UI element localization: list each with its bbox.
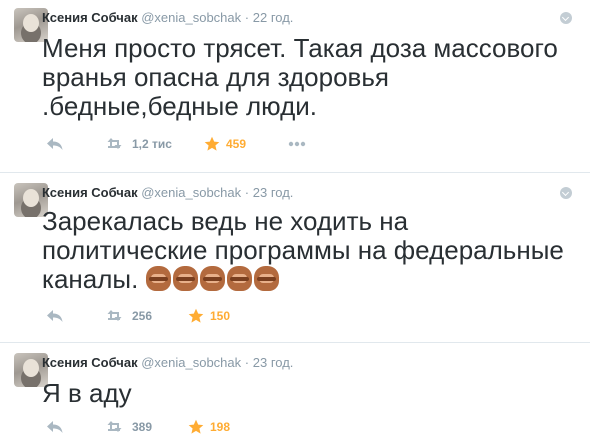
reply-icon [47, 421, 63, 433]
separator: · [244, 10, 250, 25]
chevron-down-icon[interactable] [560, 187, 572, 199]
tweet-header: Ксения Собчак @xenia_sobchak · 22 год. [42, 10, 293, 25]
reply-button[interactable] [46, 307, 64, 325]
tweet-text: Я в аду [42, 379, 570, 408]
tweet-text-content: Меня просто трясет. Такая доза массового… [42, 33, 558, 121]
author-handle[interactable]: @xenia_sobchak [141, 185, 241, 200]
star-icon [188, 419, 204, 434]
tweet-text-content: Зарекалась ведь не ходить на политически… [42, 206, 564, 294]
see-no-evil-monkey-icon [172, 266, 198, 291]
author-name[interactable]: Ксения Собчак [42, 185, 138, 200]
see-no-evil-monkey-icon [145, 266, 171, 291]
tweet[interactable]: Ксения Собчак @xenia_sobchak · 22 год. М… [0, 0, 590, 173]
author-name[interactable]: Ксения Собчак [42, 355, 138, 370]
timestamp[interactable]: 23 год. [253, 355, 294, 370]
see-no-evil-monkey-icon [199, 266, 225, 291]
retweet-button[interactable]: 256 [106, 307, 152, 325]
see-no-evil-monkey-icon [253, 266, 279, 291]
tweet-text: Меня просто трясет. Такая доза массового… [42, 34, 570, 121]
tweet-header: Ксения Собчак @xenia_sobchak · 23 год. [42, 355, 293, 370]
reply-button[interactable] [46, 418, 64, 436]
separator: · [244, 185, 250, 200]
retweet-icon [107, 310, 122, 321]
separator: · [244, 355, 250, 370]
tweet[interactable]: Ксения Собчак @xenia_sobchak · 23 год. З… [0, 173, 590, 343]
timestamp[interactable]: 22 год. [253, 10, 294, 25]
author-handle[interactable]: @xenia_sobchak [141, 355, 241, 370]
retweet-count: 389 [132, 420, 153, 434]
tweet-actions: 389 198 [42, 418, 322, 436]
retweet-count: 256 [132, 309, 153, 323]
reply-icon [47, 138, 63, 150]
tweet-text-content: Я в аду [42, 378, 132, 408]
favorite-count: 198 [210, 420, 231, 434]
author-name[interactable]: Ксения Собчак [42, 10, 138, 25]
star-icon [204, 136, 220, 151]
tweet[interactable]: Ксения Собчак @xenia_sobchak · 23 год. Я… [0, 343, 590, 448]
retweet-icon [107, 138, 122, 149]
tweet-text: Зарекалась ведь не ходить на политически… [42, 207, 570, 294]
retweet-button[interactable]: 389 [106, 418, 152, 436]
favorite-button[interactable]: 150 [188, 307, 230, 325]
tweet-actions: 1,2 тис 459 [42, 135, 322, 153]
favorite-count: 150 [210, 309, 231, 323]
reply-icon [47, 310, 63, 322]
favorite-button[interactable]: 459 [204, 135, 246, 153]
favorite-button[interactable]: 198 [188, 418, 230, 436]
star-icon [188, 308, 204, 323]
reply-button[interactable] [46, 135, 64, 153]
tweet-header: Ксения Собчак @xenia_sobchak · 23 год. [42, 185, 293, 200]
chevron-down-icon[interactable] [560, 12, 572, 24]
timestamp[interactable]: 23 год. [253, 185, 294, 200]
author-handle[interactable]: @xenia_sobchak [141, 10, 241, 25]
tweet-actions: 256 150 [42, 307, 322, 325]
favorite-count: 459 [226, 137, 247, 151]
see-no-evil-monkey-icon [226, 266, 252, 291]
more-button[interactable] [288, 135, 306, 153]
emoji-group [145, 264, 281, 294]
more-icon [288, 141, 306, 147]
retweet-count: 1,2 тис [132, 137, 172, 151]
retweet-button[interactable]: 1,2 тис [106, 135, 172, 153]
retweet-icon [107, 421, 122, 432]
